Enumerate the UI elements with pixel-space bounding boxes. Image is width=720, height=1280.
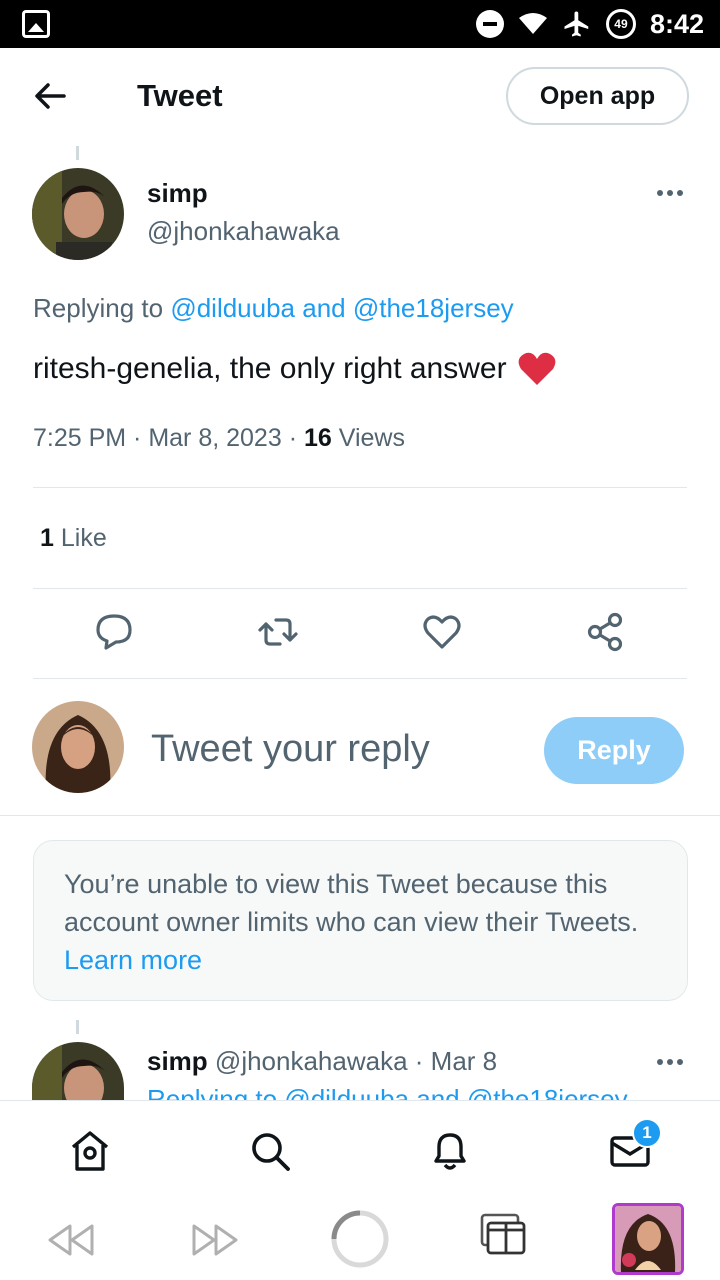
restricted-tweet-notice: You’re unable to view this Tweet because… xyxy=(33,840,688,1001)
bottom-navigation: 1 xyxy=(0,1100,720,1200)
likes-count[interactable]: 1 Like xyxy=(40,524,107,553)
back-arrow-icon[interactable] xyxy=(30,78,70,114)
loading-spinner-icon[interactable] xyxy=(330,1209,390,1269)
red-heart-emoji-icon xyxy=(518,352,555,385)
top-header: Tweet Open app xyxy=(0,48,720,144)
retweet-icon[interactable] xyxy=(256,610,300,654)
user-avatar[interactable] xyxy=(32,701,124,793)
author-handle[interactable]: @jhonkahawaka xyxy=(147,216,340,247)
author-avatar[interactable] xyxy=(32,168,124,260)
author-name[interactable]: simp xyxy=(147,178,208,209)
messages-badge: 1 xyxy=(632,1118,662,1148)
battery-icon: 49 xyxy=(605,9,636,39)
tweet-text: ritesh-genelia, the only right answer xyxy=(33,351,557,387)
status-time: 8:42 xyxy=(649,8,704,39)
reply-more-options-icon[interactable] xyxy=(657,1059,683,1065)
wifi-icon xyxy=(518,13,547,34)
reply-button[interactable]: Reply xyxy=(544,717,684,784)
gallery-notification-icon xyxy=(22,10,50,38)
reply-icon[interactable] xyxy=(92,610,136,654)
divider xyxy=(0,815,720,816)
replying-to-link[interactable]: @dilduuba and @the18jersey xyxy=(170,293,513,323)
open-app-button[interactable]: Open app xyxy=(506,67,689,125)
divider xyxy=(33,588,687,589)
like-heart-icon[interactable] xyxy=(420,610,464,654)
reply-author-line[interactable]: simp @jhonkahawaka · Mar 8 xyxy=(147,1046,497,1077)
do-not-disturb-icon xyxy=(475,10,504,38)
reply-input[interactable]: Tweet your reply xyxy=(151,728,430,771)
page-title: Tweet xyxy=(137,78,223,113)
notifications-bell-icon[interactable] xyxy=(428,1129,472,1173)
replying-to: Replying to @dilduuba and @the18jersey xyxy=(33,293,514,323)
rewind-back-icon[interactable] xyxy=(46,1220,96,1260)
tweet-actions xyxy=(0,610,720,654)
tweet-meta: 7:25 PM · Mar 8, 2023 · 16 Views xyxy=(33,424,405,452)
learn-more-link[interactable]: Learn more xyxy=(64,945,202,975)
tweet-date[interactable]: Mar 8, 2023 xyxy=(148,424,281,452)
share-icon[interactable] xyxy=(584,610,628,654)
view-count: 16 xyxy=(303,424,332,452)
home-icon[interactable] xyxy=(68,1129,112,1173)
airplane-icon xyxy=(564,11,589,37)
divider xyxy=(33,487,687,488)
status-bar: 49 8:42 xyxy=(0,0,720,48)
thread-line xyxy=(76,146,79,160)
fast-forward-icon[interactable] xyxy=(190,1220,242,1260)
reply-replying-to: Replying to @dilduuba and @the18jersey xyxy=(147,1084,628,1101)
reply-author-avatar[interactable] xyxy=(32,1042,124,1100)
tabs-switcher-icon[interactable] xyxy=(480,1213,528,1257)
tab-thumbnail[interactable] xyxy=(612,1203,684,1275)
more-options-icon[interactable] xyxy=(657,190,683,196)
tweet-time[interactable]: 7:25 PM xyxy=(33,424,126,452)
search-icon[interactable] xyxy=(248,1129,292,1173)
thread-line xyxy=(76,1020,79,1034)
divider xyxy=(33,678,687,679)
